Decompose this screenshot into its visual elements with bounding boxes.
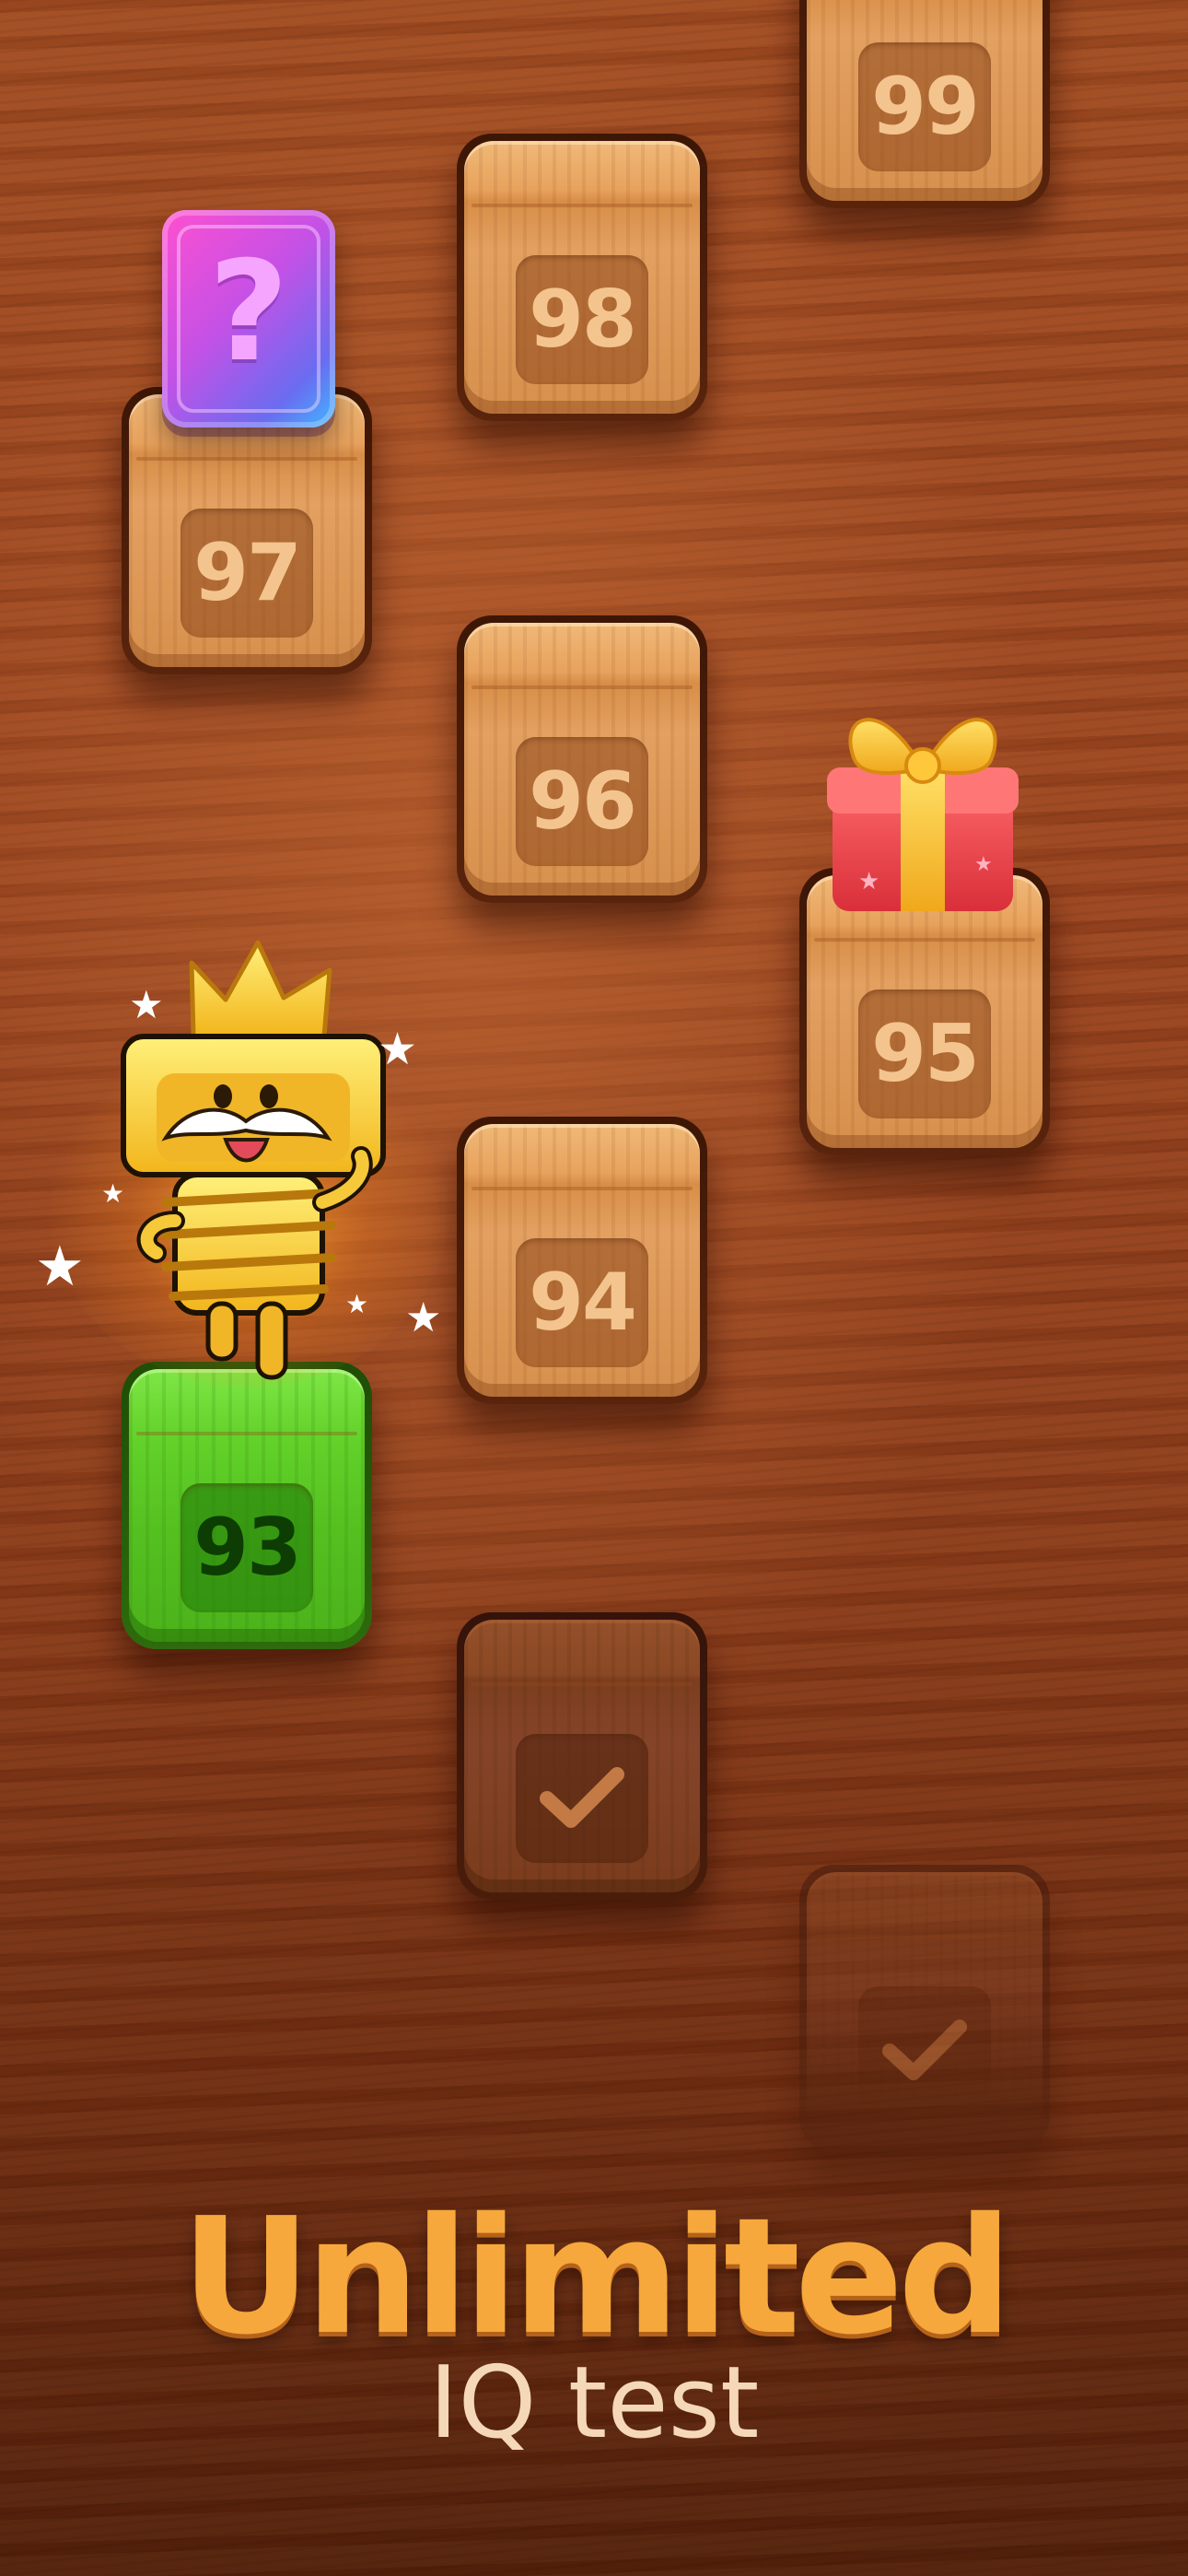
svg-text:★: ★ [345,1289,368,1319]
promo-headline: Unlimited [181,2184,1012,2371]
level-tile-96[interactable]: 96 [457,615,707,903]
level-tile-97[interactable]: 97 [122,387,372,674]
svg-text:★: ★ [129,982,164,1027]
level-number: 98 [529,274,637,366]
level-tile-94[interactable]: 94 [457,1117,707,1404]
svg-text:★: ★ [378,1024,417,1075]
game-board: 99 98 97 ? 96 95 ★ ★ 94 93 ★ ★ ★ ★ ★ ★ U… [0,0,1188,2576]
level-tile-completed[interactable] [799,1865,1050,2152]
svg-text:★: ★ [35,1235,85,1299]
gift-box-icon[interactable]: ★ ★ [827,677,1019,917]
level-tile-99[interactable]: 99 [799,0,1050,208]
level-number: 96 [529,755,637,848]
level-number: 95 [871,1008,980,1100]
level-tile-98[interactable]: 98 [457,134,707,421]
level-number: 97 [193,527,302,619]
level-number: 99 [871,61,980,153]
question-card-icon[interactable]: ? [162,210,335,427]
svg-text:★: ★ [405,1294,441,1341]
svg-text:★: ★ [974,853,993,876]
level-number: 93 [193,1502,302,1594]
level-tile-93-current[interactable]: 93 [122,1362,372,1649]
svg-text:★: ★ [858,868,879,896]
level-number: 94 [529,1257,637,1349]
golden-screw-king-mascot: ★ ★ ★ ★ ★ ★ [28,926,470,1396]
check-icon [540,1767,624,1828]
level-tile-completed[interactable] [457,1612,707,1900]
question-mark: ? [208,232,289,392]
svg-text:★: ★ [101,1178,124,1209]
check-icon [882,2020,967,2080]
promo-subtitle: IQ test [428,2346,760,2461]
